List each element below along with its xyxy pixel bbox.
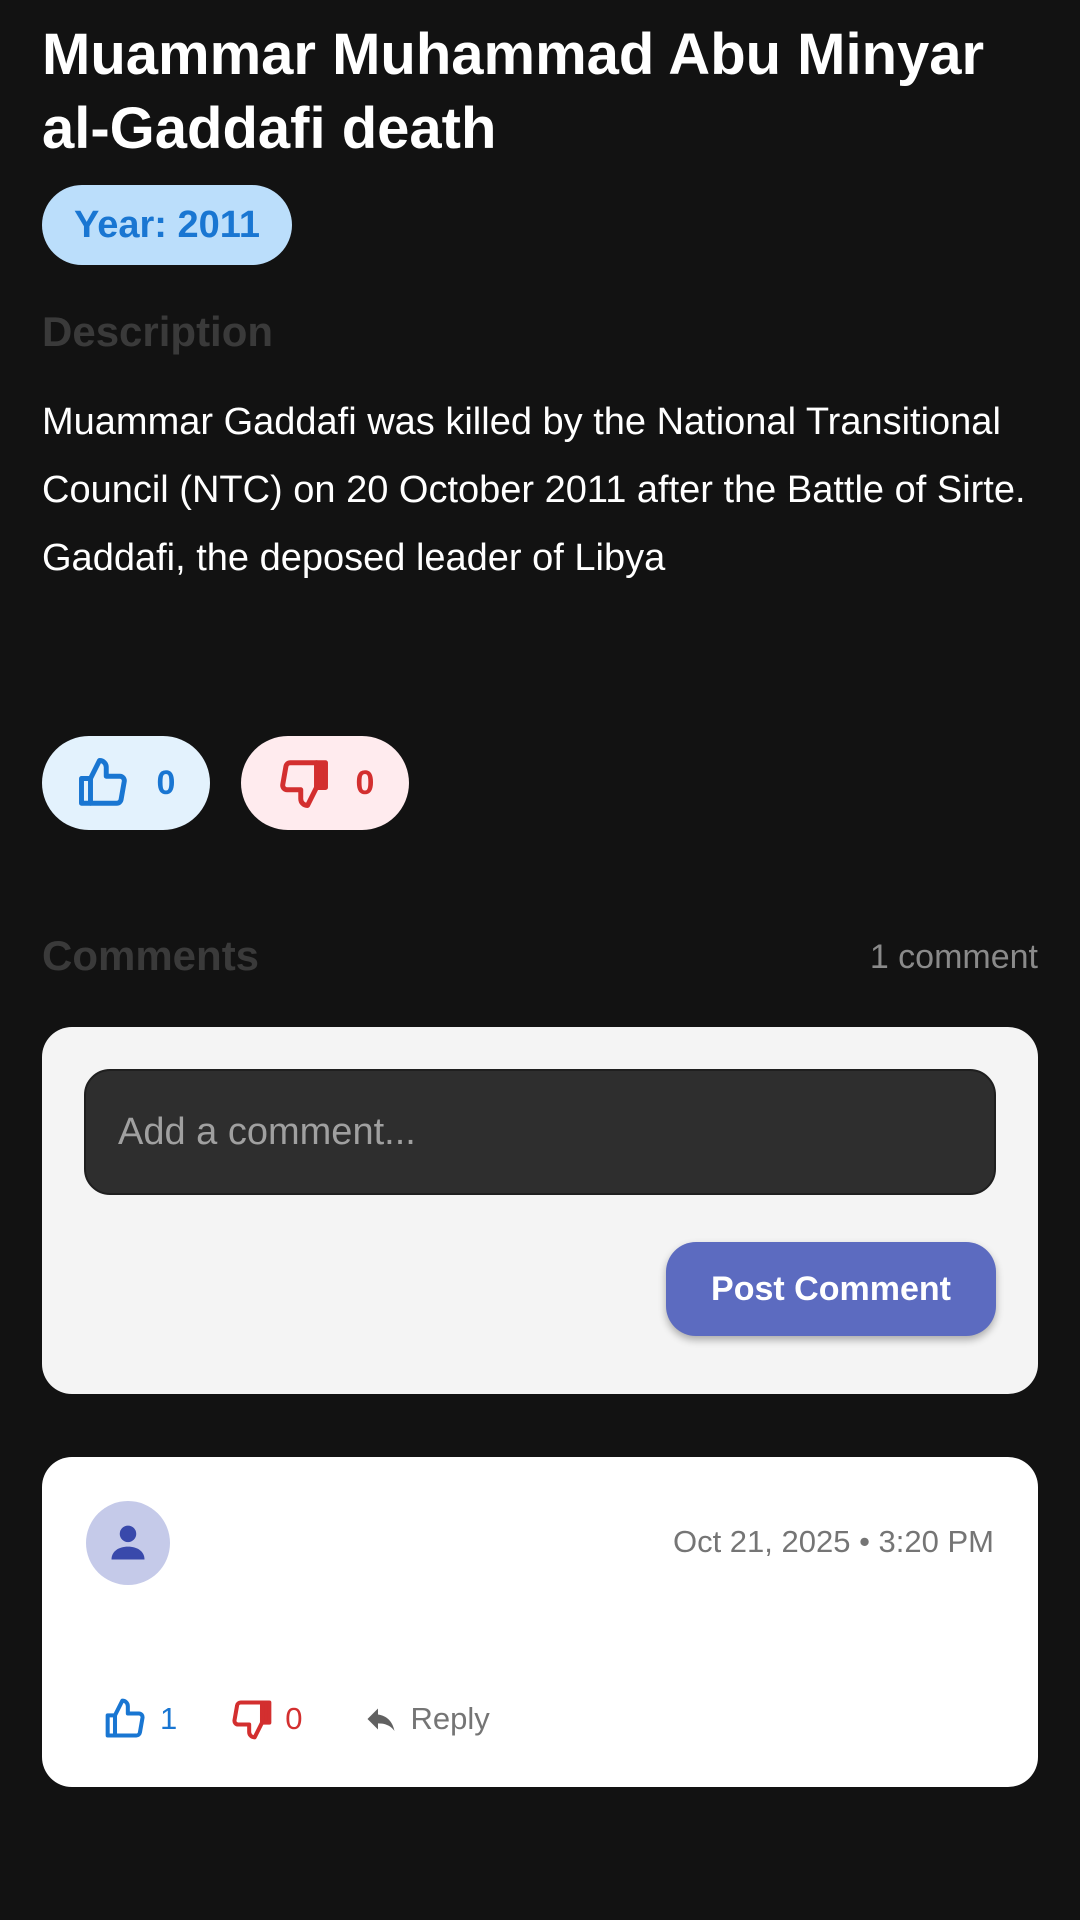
comment-input[interactable] [84, 1069, 996, 1195]
event-detail-page: Muammar Muhammad Abu Minyar al-Gaddafi d… [0, 0, 1080, 1920]
comment-actions: 1 0 Reply [104, 1689, 542, 1749]
reply-button[interactable]: Reply [363, 1701, 490, 1737]
person-icon [111, 1525, 145, 1560]
page-title: Muammar Muhammad Abu Minyar al-Gaddafi d… [42, 22, 985, 161]
thumbs-down-icon [232, 1700, 272, 1740]
reply-icon [367, 1708, 394, 1731]
like-button[interactable]: 0 [42, 736, 210, 830]
comment-item: Oct 21, 2025 • 3:20 PM 1 0 Reply [42, 1457, 1038, 1787]
comment-count: 1 comment [869, 938, 1038, 976]
comment-timestamp: Oct 21, 2025 • 3:20 PM [672, 1524, 994, 1559]
avatar [86, 1501, 170, 1585]
year-chip: Year: 2011 [42, 185, 292, 265]
comment-dislike-count: 0 [285, 1701, 303, 1736]
comment-like-count: 1 [160, 1701, 178, 1736]
thumbs-up-icon [105, 1698, 145, 1738]
thumbs-up-icon [78, 758, 127, 806]
comment-compose-card: Post Comment [42, 1027, 1038, 1394]
post-comment-button[interactable]: Post Comment [666, 1242, 996, 1336]
comment-like-button[interactable]: 1 [104, 1697, 177, 1741]
like-count: 0 [156, 763, 176, 802]
dislike-button[interactable]: 0 [241, 736, 409, 830]
description-text: Muammar Gaddafi was killed by the Nation… [42, 401, 1026, 579]
thumbs-down-icon [279, 760, 328, 808]
comments-heading: Comments [42, 932, 260, 979]
description-heading: Description [42, 308, 274, 355]
reply-label: Reply [410, 1701, 490, 1736]
dislike-count: 0 [355, 763, 375, 802]
comment-dislike-button[interactable]: 0 [229, 1697, 303, 1741]
